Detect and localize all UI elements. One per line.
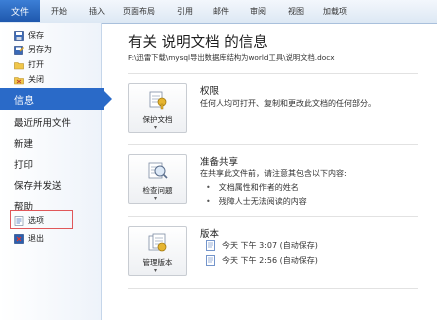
prepare-heading: 准备共享 bbox=[200, 157, 239, 168]
open-label: 打开 bbox=[28, 60, 44, 69]
tab-insert[interactable]: 插入 bbox=[89, 6, 105, 17]
nav-recent[interactable]: 最近所用文件 bbox=[14, 115, 71, 129]
nav-info[interactable]: 信息 bbox=[0, 88, 112, 110]
divider bbox=[128, 73, 418, 74]
document-icon bbox=[206, 240, 215, 251]
divider bbox=[128, 288, 418, 289]
chevron-down-icon: ▾ bbox=[154, 124, 158, 131]
info-panel: 有关 说明文档 的信息 F:\迅雷下载\mysql导出数据库结构为world工具… bbox=[102, 23, 437, 320]
version-item[interactable]: 今天 下午 3:07 (自动保存) bbox=[206, 240, 318, 251]
manage-versions-button[interactable]: 管理版本 ▾ bbox=[128, 226, 187, 276]
inspect-document-icon bbox=[148, 162, 168, 179]
version-item-label: 今天 下午 3:07 (自动保存) bbox=[222, 241, 318, 250]
nav-print[interactable]: 打印 bbox=[14, 157, 33, 171]
nav-save-send[interactable]: 保存并发送 bbox=[14, 178, 62, 192]
tab-references[interactable]: 引用 bbox=[177, 6, 193, 17]
check-issues-button[interactable]: 检查问题 ▾ bbox=[128, 154, 187, 204]
versions-heading: 版本 bbox=[200, 229, 220, 240]
tab-mailings[interactable]: 邮件 bbox=[213, 6, 229, 17]
options-button[interactable]: 选项 bbox=[14, 215, 44, 226]
permissions-text: 任何人均可打开、复制和更改此文档的任何部分。 bbox=[200, 99, 376, 108]
divider bbox=[128, 144, 418, 145]
file-path: F:\迅雷下载\mysql导出数据库结构为world工具\说明文档.docx bbox=[128, 53, 335, 62]
manage-versions-icon bbox=[148, 233, 167, 252]
options-icon bbox=[14, 215, 24, 226]
save-icon bbox=[14, 30, 24, 41]
close-button[interactable]: 关闭 bbox=[14, 74, 44, 85]
check-issues-label: 检查问题 bbox=[142, 186, 173, 195]
save-label: 保存 bbox=[28, 31, 44, 40]
lock-key-icon bbox=[149, 91, 167, 110]
options-label: 选项 bbox=[28, 216, 44, 225]
tab-home[interactable]: 开始 bbox=[51, 6, 67, 17]
chevron-down-icon: ▾ bbox=[154, 195, 158, 202]
prepare-text: 在共享此文件前，请注意其包含以下内容: bbox=[200, 169, 347, 178]
permissions-heading: 权限 bbox=[200, 86, 220, 97]
tab-page-layout[interactable]: 页面布局 bbox=[123, 6, 155, 17]
open-folder-icon bbox=[14, 61, 24, 69]
version-item-label: 今天 下午 2:56 (自动保存) bbox=[222, 256, 318, 265]
save-as-label: 另存为 bbox=[28, 45, 52, 54]
protect-document-button[interactable]: 保护文档 ▾ bbox=[128, 83, 187, 133]
ribbon-tabs: 文件 开始 插入 页面布局 引用 邮件 审阅 视图 加载项 bbox=[0, 0, 437, 24]
nav-info-label: 信息 bbox=[14, 96, 34, 107]
tab-file[interactable]: 文件 bbox=[0, 0, 40, 22]
list-item: 文档属性和作者的姓名 bbox=[206, 182, 299, 193]
tab-review[interactable]: 审阅 bbox=[250, 6, 266, 17]
close-document-icon bbox=[14, 76, 24, 84]
manage-versions-label: 管理版本 bbox=[142, 258, 173, 267]
close-label: 关闭 bbox=[28, 75, 44, 84]
save-as-button[interactable]: 另存为 bbox=[14, 44, 52, 55]
tab-view[interactable]: 视图 bbox=[288, 6, 304, 17]
divider bbox=[128, 216, 418, 217]
protect-document-label: 保护文档 bbox=[142, 115, 173, 124]
exit-icon bbox=[14, 233, 24, 244]
tab-addins[interactable]: 加载项 bbox=[323, 6, 347, 17]
save-as-icon bbox=[14, 45, 24, 55]
exit-label: 退出 bbox=[28, 234, 44, 243]
nav-new[interactable]: 新建 bbox=[14, 136, 33, 150]
exit-button[interactable]: 退出 bbox=[14, 233, 44, 244]
page-title: 有关 说明文档 的信息 bbox=[128, 35, 268, 51]
save-button[interactable]: 保存 bbox=[14, 30, 44, 41]
document-icon bbox=[206, 255, 215, 266]
open-button[interactable]: 打开 bbox=[14, 59, 44, 70]
chevron-down-icon: ▾ bbox=[154, 267, 158, 274]
list-item: 残障人士无法阅读的内容 bbox=[206, 196, 307, 207]
version-item[interactable]: 今天 下午 2:56 (自动保存) bbox=[206, 255, 318, 266]
